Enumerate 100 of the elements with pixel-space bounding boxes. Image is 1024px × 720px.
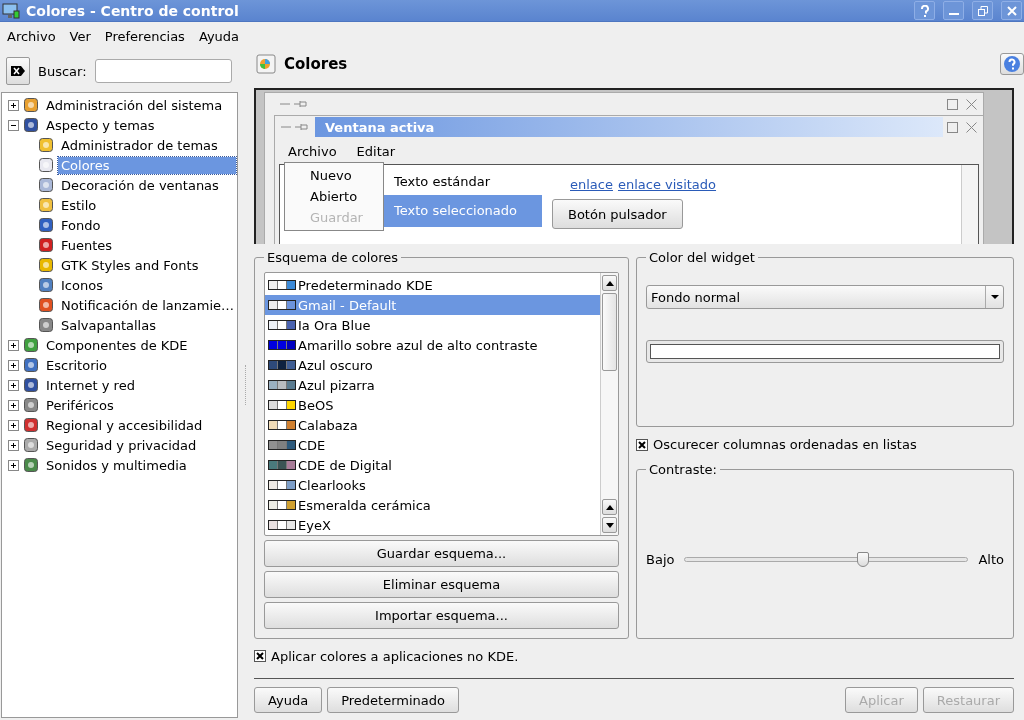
tree-item[interactable]: Seguridad y privacidad [43, 436, 200, 454]
preview-button[interactable]: Botón pulsador [552, 199, 683, 229]
module-title: Colores [284, 55, 349, 73]
scheme-item[interactable]: CDE de Digital [265, 455, 600, 475]
expand-toggle[interactable] [8, 339, 19, 351]
expand-toggle[interactable] [8, 359, 19, 371]
close-icon [966, 98, 977, 110]
module-icon [23, 397, 39, 413]
scheme-button[interactable]: Guardar esquema... [264, 540, 619, 567]
expand-toggle[interactable] [8, 379, 19, 391]
tree-item[interactable]: Periféricos [43, 396, 117, 414]
scheme-item[interactable]: BeOS [265, 395, 600, 415]
preview-link[interactable]: enlace [570, 177, 613, 192]
minimize-button[interactable] [943, 1, 964, 20]
module-icon [38, 137, 54, 153]
standard-text: Texto estándar [393, 173, 491, 191]
scrollbar[interactable] [600, 273, 618, 535]
contrast-slider[interactable] [684, 551, 969, 568]
minimize-pin-icon [280, 99, 310, 109]
cross-check-icon [638, 440, 646, 449]
maximize-icon [947, 121, 958, 133]
module-icon [38, 217, 54, 233]
tree-item[interactable]: Administración del sistema [43, 96, 226, 114]
tree-item[interactable]: Escritorio [43, 356, 111, 374]
module-icon [38, 257, 54, 273]
module-icon [23, 377, 39, 393]
footer-button[interactable]: Predeterminado [327, 687, 459, 713]
tree-item[interactable]: Estilo [58, 196, 100, 214]
expand-toggle[interactable] [8, 439, 19, 451]
cross-check-icon [256, 652, 264, 660]
clear-search-button[interactable] [6, 57, 30, 85]
scheme-item[interactable]: Esmeralda cerámica [265, 495, 600, 515]
preview-visited-link[interactable]: enlace visitado [617, 177, 717, 192]
module-icon [23, 457, 39, 473]
monitor-icon [2, 2, 20, 19]
tree-item[interactable]: Iconos [58, 276, 106, 294]
scheme-item[interactable]: Predeterminado KDE [265, 275, 600, 295]
tree-item[interactable]: GTK Styles and Fonts [58, 256, 202, 274]
preview-popup-item: Guardar [309, 209, 364, 227]
module-icon [38, 197, 54, 213]
scheme-item[interactable]: Azul oscuro [265, 355, 600, 375]
menu-item[interactable]: Ver [69, 28, 91, 44]
menu-item[interactable]: Ayuda [198, 28, 240, 44]
checkbox[interactable] [636, 438, 648, 451]
tree-item[interactable]: Salvapantallas [58, 316, 159, 334]
checkbox-label: Oscurecer columnas ordenadas en listas [653, 437, 917, 452]
clear-icon [10, 65, 26, 77]
minimize-icon [948, 13, 959, 15]
dropdown-arrow-icon [990, 295, 999, 299]
maximize-icon [947, 98, 958, 110]
search-label: Buscar: [38, 63, 87, 79]
widget-role-dropdown[interactable]: Fondo normal [646, 285, 1004, 309]
tree-item[interactable]: Componentes de KDE [43, 336, 191, 354]
expand-toggle[interactable] [8, 419, 19, 431]
module-icon [38, 277, 54, 293]
search-field[interactable] [94, 59, 232, 83]
scheme-item[interactable]: Ia Ora Blue [265, 315, 600, 335]
expand-toggle[interactable] [8, 399, 19, 411]
expand-toggle[interactable] [8, 459, 19, 471]
tree-item[interactable]: Fondo [58, 216, 104, 234]
restore-icon [977, 5, 988, 16]
tree-item[interactable]: Notificación de lanzamie… [58, 296, 238, 314]
scheme-item[interactable]: Azul pizarra [265, 375, 600, 395]
tree-item[interactable]: Sonidos y multimedia [43, 456, 190, 474]
close-button[interactable] [1001, 1, 1022, 20]
menu-item[interactable]: Preferencias [104, 28, 185, 44]
up-arrow-icon [605, 504, 614, 510]
restore-button[interactable] [972, 1, 993, 20]
module-icon [38, 237, 54, 253]
color-button[interactable] [646, 340, 1004, 363]
scheme-item[interactable]: EyeX [265, 515, 600, 535]
tree-item[interactable]: Fuentes [58, 236, 116, 254]
scheme-item[interactable]: Clearlooks [265, 475, 600, 495]
slider-thumb[interactable] [857, 552, 870, 567]
tree-item[interactable]: Decoración de ventanas [58, 176, 222, 194]
help-button[interactable] [1000, 53, 1024, 75]
scheme-item[interactable]: CDE [265, 435, 600, 455]
collapse-toggle[interactable] [8, 119, 19, 131]
tree-item[interactable]: Aspecto y temas [43, 116, 158, 134]
module-icon [23, 337, 39, 353]
slider-label: Bajo [646, 552, 675, 567]
checkbox-label: Aplicar colores a aplicaciones no KDE. [271, 648, 519, 664]
module-icon [38, 317, 54, 333]
preview-window-title: Ventana activa [315, 117, 943, 137]
window-title: Colores - Centro de control [26, 2, 240, 19]
footer-button[interactable]: Ayuda [254, 687, 323, 713]
checkbox[interactable] [254, 650, 266, 662]
tree-item[interactable]: Administrador de temas [58, 136, 221, 154]
help-button[interactable] [914, 1, 935, 20]
module-icon [23, 357, 39, 373]
tree-item[interactable]: Internet y red [43, 376, 138, 394]
scheme-item[interactable]: Amarillo sobre azul de alto contraste [265, 335, 600, 355]
expand-toggle[interactable] [8, 99, 19, 111]
scheme-button[interactable]: Importar esquema... [264, 602, 619, 629]
tree-item[interactable]: Regional y accesibilidad [43, 416, 206, 434]
group-title: Esquema de colores [266, 250, 400, 265]
scheme-item[interactable]: Calabaza [265, 415, 600, 435]
menu-item[interactable]: Archivo [7, 28, 56, 44]
module-icon [23, 117, 39, 133]
scheme-button[interactable]: Eliminar esquema [264, 571, 619, 598]
